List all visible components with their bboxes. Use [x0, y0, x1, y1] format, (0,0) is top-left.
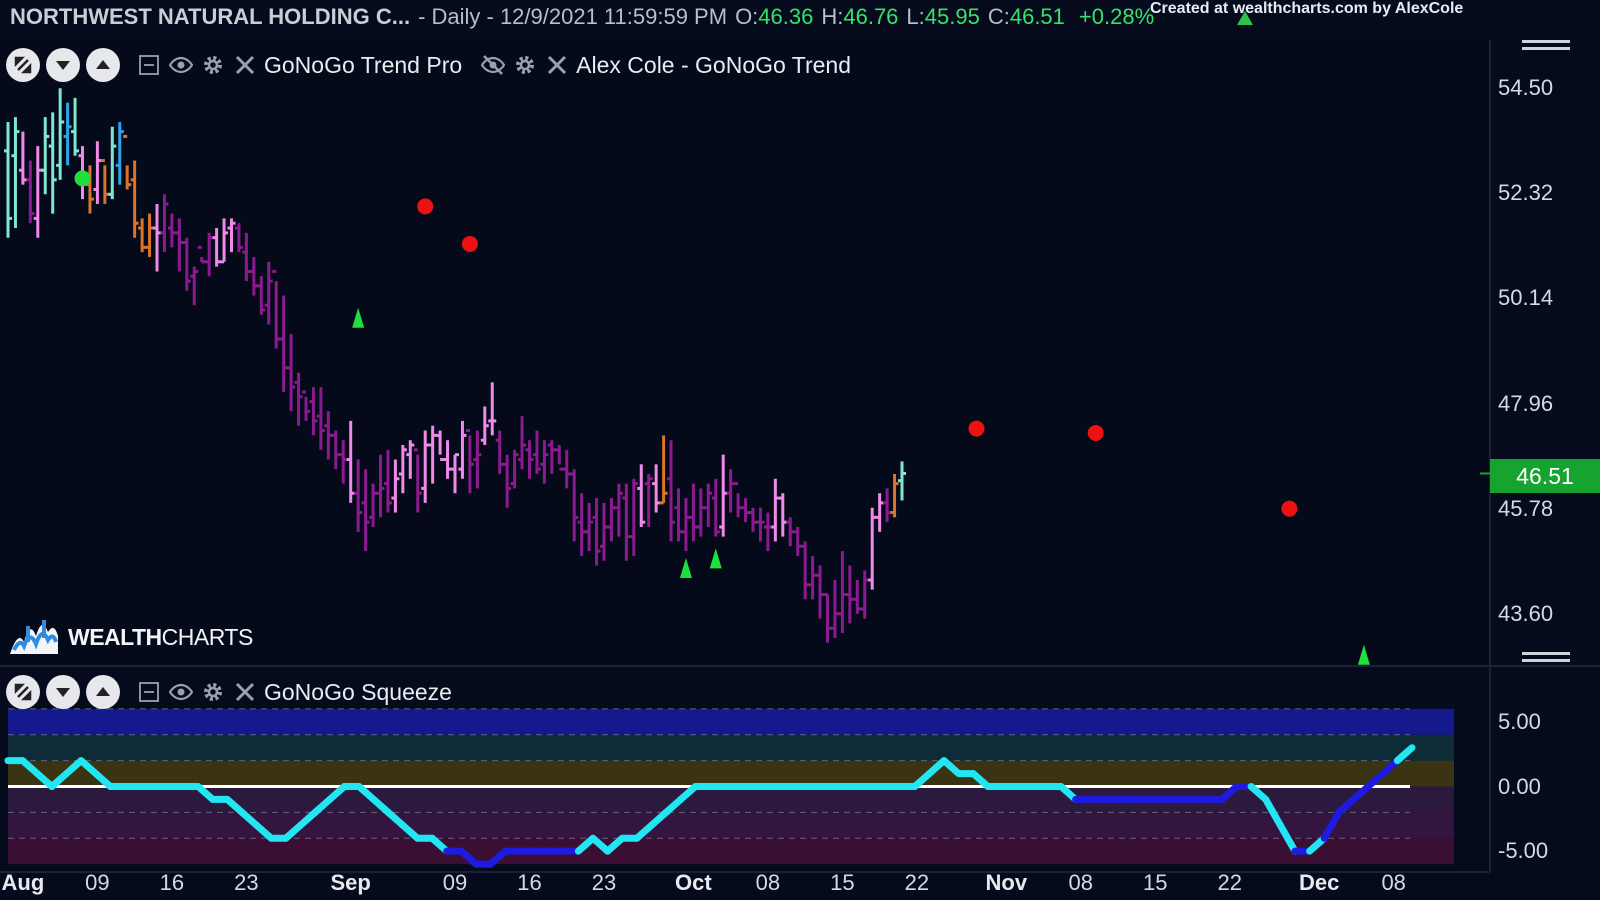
x-axis-tick: 09: [85, 870, 110, 895]
collapse-icon[interactable]: [136, 52, 162, 78]
x-axis-tick: Sep: [330, 870, 371, 895]
x-axis-tick: 16: [159, 870, 185, 895]
move-up-button[interactable]: [86, 48, 120, 82]
price-pane-bg: [0, 40, 1490, 666]
x-axis-tick: 08: [755, 870, 781, 895]
chevron-up-icon: [96, 60, 110, 69]
squeeze-band-0: [8, 708, 1454, 735]
move-up-button[interactable]: [86, 675, 120, 709]
x-axis-tick: 08: [1381, 870, 1406, 895]
nogo-signal-dot: [417, 198, 434, 215]
x-axis-tick: 08: [1068, 870, 1094, 895]
price-axis-tick: 45.78: [1498, 495, 1554, 521]
top-indicator-toolbar: GoNoGo Trend Pro Alex Cole - GoNoGo Tren…: [6, 45, 863, 85]
eye-icon[interactable]: [168, 679, 194, 705]
expand-icon: [14, 683, 32, 701]
chevron-down-icon: [56, 61, 70, 70]
expand-button[interactable]: [6, 675, 40, 709]
x-axis-tick: 23: [234, 870, 259, 895]
gear-icon[interactable]: [200, 52, 226, 78]
x-axis-tick: 22: [1217, 870, 1243, 895]
close-icon[interactable]: [232, 52, 258, 78]
close-icon[interactable]: [232, 679, 258, 705]
eye-icon[interactable]: [168, 52, 194, 78]
x-axis-tick: 09: [442, 870, 468, 895]
squeeze-band-2: [8, 760, 1454, 787]
squeeze-axis-tick: 5.00: [1498, 708, 1541, 734]
price-axis-tick: 47.96: [1498, 390, 1554, 416]
x-axis-tick: 15: [830, 870, 855, 895]
x-axis-tick: Dec: [1299, 870, 1340, 895]
bottom-indicator-toolbar: GoNoGo Squeeze: [6, 672, 464, 712]
expand-button[interactable]: [6, 48, 40, 82]
chart-canvas[interactable]: [0, 0, 1600, 900]
gear-icon[interactable]: [512, 52, 538, 78]
nogo-signal-dot: [1087, 424, 1104, 441]
x-axis-tick: 22: [904, 870, 930, 895]
squeeze-band-5: [8, 838, 1454, 865]
x-axis-tick: Aug: [1, 870, 45, 895]
price-axis-tick: 52.32: [1498, 180, 1554, 206]
wealthcharts-logo-icon: [10, 620, 58, 654]
wealthcharts-logo: WEALTHCHARTS: [8, 616, 253, 658]
squeeze-band-1: [8, 734, 1454, 761]
squeeze-axis-tick: 0.00: [1498, 773, 1541, 799]
close-icon[interactable]: [544, 52, 570, 78]
nogo-signal-dot: [461, 235, 478, 252]
move-down-button[interactable]: [46, 675, 80, 709]
collapse-icon[interactable]: [136, 679, 162, 705]
chevron-down-icon: [56, 688, 70, 697]
x-axis-tick: Oct: [675, 870, 712, 895]
logo-text: WEALTHCHARTS: [68, 623, 253, 650]
chevron-up-icon: [96, 687, 110, 696]
expand-icon: [14, 56, 32, 74]
move-down-button[interactable]: [46, 48, 80, 82]
indicator-label-gonogo-trend: Alex Cole - GoNoGo Trend: [576, 51, 851, 78]
nogo-signal-dot: [968, 420, 985, 437]
price-axis-tick: 43.60: [1498, 600, 1554, 626]
eye-hidden-icon[interactable]: [480, 52, 506, 78]
nogo-signal-dot: [1281, 500, 1298, 517]
squeeze-axis-tick: -5.00: [1498, 838, 1549, 864]
indicator-label-squeeze: GoNoGo Squeeze: [264, 678, 452, 705]
x-axis-tick: 15: [1143, 870, 1168, 895]
price-axis-tick: 50.14: [1498, 285, 1554, 311]
squeeze-band-4: [8, 812, 1454, 839]
gear-icon[interactable]: [200, 679, 226, 705]
price-axis-tick: 54.50: [1498, 75, 1554, 101]
last-price-tag: 46.51: [1490, 459, 1600, 493]
go-signal-dot: [74, 170, 91, 187]
x-axis-tick: 23: [591, 870, 617, 895]
indicator-label-trend-pro: GoNoGo Trend Pro: [264, 51, 463, 78]
x-axis-tick: 16: [517, 870, 542, 895]
x-axis-tick: Nov: [985, 870, 1028, 895]
